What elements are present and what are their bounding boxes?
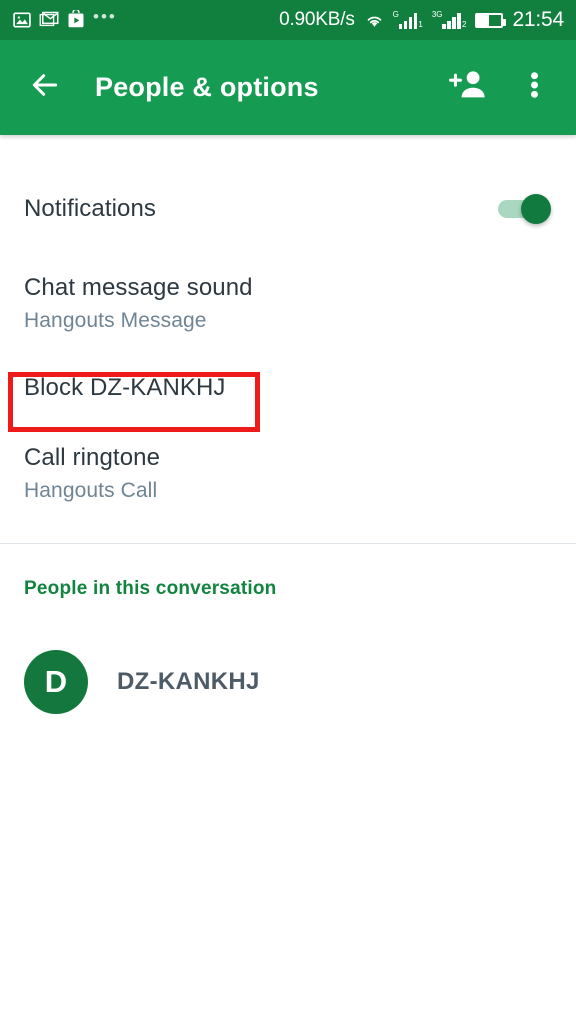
settings-row-notifications[interactable]: Notifications	[0, 165, 576, 253]
person-name: DZ-KANKHJ	[117, 668, 260, 695]
back-arrow-icon	[29, 69, 61, 106]
app-root: ••• 0.90KB/s G 1 3G 2 21:54 People & opt…	[0, 0, 576, 1024]
pre-divider-spacer	[0, 523, 576, 543]
call-ringtone-value: Hangouts Call	[24, 479, 158, 503]
call-ringtone-label: Call ringtone	[24, 443, 161, 471]
add-person-button[interactable]	[444, 64, 492, 112]
wifi-icon	[364, 10, 384, 30]
overflow-menu-icon	[530, 69, 539, 106]
status-bar-more-icon: •••	[93, 7, 117, 26]
chat-message-sound-text: Chat message sound Hangouts Message	[24, 274, 253, 333]
block-text: Block DZ-KANKHJ	[24, 374, 226, 402]
settings-row-chat-message-sound[interactable]: Chat message sound Hangouts Message	[0, 253, 576, 353]
add-person-icon	[449, 69, 487, 106]
settings-row-block[interactable]: Block DZ-KANKHJ	[0, 353, 576, 423]
notifications-text: Notifications	[24, 195, 156, 223]
sim1-signal-icon: G 1	[393, 11, 423, 29]
sim1-index-label: 1	[418, 20, 423, 29]
chat-message-sound-value: Hangouts Message	[24, 309, 207, 333]
status-bar-notification-icons: •••	[12, 7, 117, 30]
chat-message-sound-label: Chat message sound	[24, 273, 253, 301]
toolbar-actions	[444, 64, 558, 112]
app-toolbar: People & options	[0, 40, 576, 135]
battery-icon	[475, 12, 507, 28]
list-top-spacer	[0, 135, 576, 165]
network-speed-label: 0.90KB/s	[279, 9, 355, 30]
notifications-label: Notifications	[24, 195, 157, 223]
settings-list: Notifications Chat message sound Hangout…	[0, 135, 576, 730]
back-button[interactable]	[22, 65, 68, 111]
page-title: People & options	[95, 72, 319, 102]
settings-row-call-ringtone[interactable]: Call ringtone Hangouts Call	[0, 423, 576, 523]
list-item[interactable]: D DZ-KANKHJ	[0, 634, 576, 730]
call-ringtone-text: Call ringtone Hangouts Call	[24, 444, 160, 503]
sim2-signal-icon: 3G 2	[431, 10, 467, 29]
people-section-header: People in this conversation	[24, 578, 277, 599]
toggle-thumb	[521, 194, 551, 224]
play-store-icon	[66, 8, 86, 30]
photo-icon	[12, 10, 32, 30]
clock-label: 21:54	[512, 8, 564, 31]
overflow-menu-button[interactable]	[510, 64, 558, 112]
sim2-network-label: 3G	[431, 10, 443, 19]
status-bar: ••• 0.90KB/s G 1 3G 2 21:54	[0, 0, 576, 40]
status-bar-system-icons: 0.90KB/s G 1 3G 2 21:54	[279, 8, 564, 32]
notifications-toggle[interactable]	[498, 193, 552, 225]
sim1-signal-bars	[398, 11, 418, 29]
sim2-signal-bars	[442, 11, 461, 29]
avatar: D	[24, 650, 88, 714]
gmail-icon	[39, 10, 59, 30]
block-label: Block DZ-KANKHJ	[24, 374, 226, 402]
sim2-index-label: 2	[461, 20, 467, 29]
